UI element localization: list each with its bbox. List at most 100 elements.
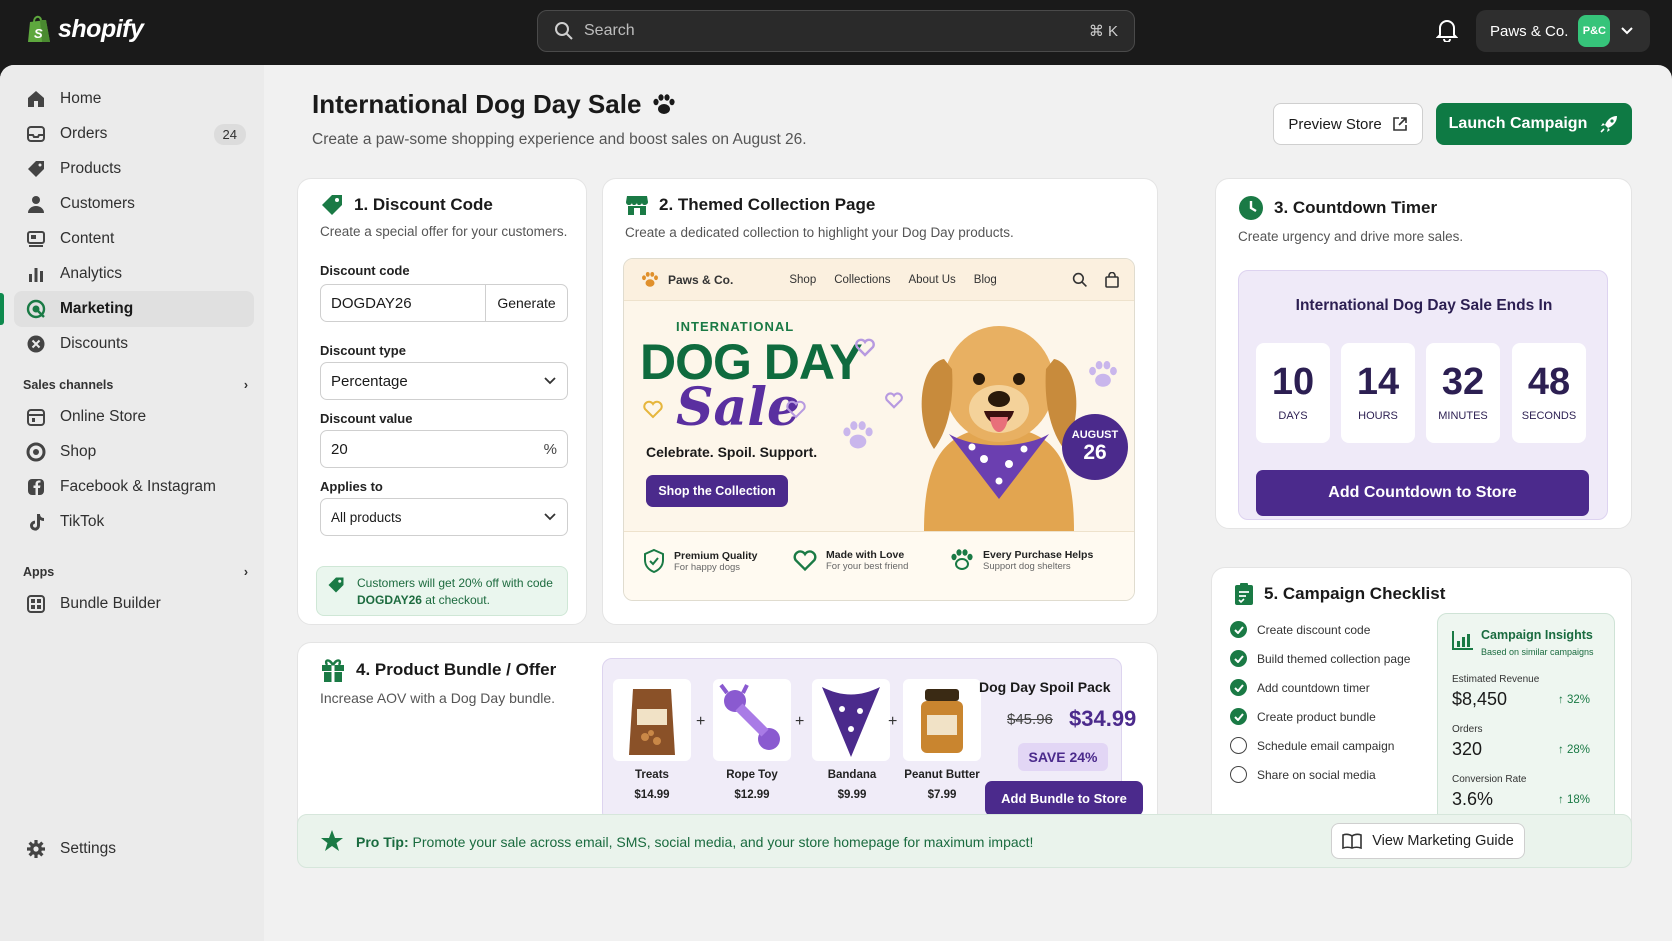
pro-tip-banner: Pro Tip: Promote your sale across email,…	[297, 814, 1632, 868]
feature-sub: For happy dogs	[674, 561, 741, 573]
tag-icon	[322, 195, 342, 215]
checklist-label: Build themed collection page	[1257, 651, 1411, 666]
pro-tip-text: Pro Tip: Promote your sale across email,…	[356, 834, 1033, 850]
chevron-right-icon: ›	[243, 378, 248, 392]
shop-collection-button[interactable]: Shop the Collection	[646, 475, 788, 507]
discount-type-select[interactable]: Percentage	[320, 362, 568, 400]
store-switcher[interactable]: Paws & Co. P&C	[1476, 10, 1650, 52]
countdown-number: 32	[1441, 361, 1485, 403]
sidebar-item-label: Home	[60, 90, 102, 107]
card-heading-text: 2. Themed Collection Page	[659, 195, 876, 214]
bundle-new-price: $34.99	[1069, 706, 1137, 731]
check-circle-icon	[1230, 679, 1247, 696]
plus-icon: +	[795, 713, 805, 730]
sidebar-item-orders[interactable]: Orders 24	[14, 116, 254, 152]
preview-store-name: Paws & Co.	[668, 272, 734, 287]
bar-chart-icon	[29, 268, 43, 282]
preview-nav-link[interactable]: About Us	[908, 274, 955, 286]
discount-value-input[interactable]: 20 %	[320, 430, 568, 468]
book-icon	[1342, 833, 1363, 849]
sidebar-item-tiktok[interactable]: TikTok	[14, 504, 254, 540]
heart-icon	[793, 550, 817, 572]
feature-premium: Premium Quality For happy dogs	[642, 548, 757, 574]
feature-love: Made with Love For your best friend	[792, 548, 908, 572]
checklist-item[interactable]: Create product bundle	[1230, 708, 1376, 725]
sidebar-item-label: Shop	[60, 443, 97, 460]
preview-features: Premium Quality For happy dogs Made with …	[624, 531, 1134, 600]
applies-to-select[interactable]: All products	[320, 498, 568, 536]
sidebar-item-marketing[interactable]: Marketing	[0, 291, 254, 327]
store-name: Paws & Co.	[1490, 22, 1569, 40]
checklist-item[interactable]: Create discount code	[1230, 621, 1370, 638]
clock-icon	[1239, 196, 1263, 220]
metric-label: Orders	[1452, 724, 1483, 735]
section-label: Sales channels	[23, 378, 114, 392]
sidebar-item-label: Marketing	[60, 300, 134, 317]
sidebar-item-shop[interactable]: Shop	[14, 434, 254, 470]
insights-title: Campaign Insights	[1481, 628, 1593, 642]
sidebar-item-label: Facebook & Instagram	[60, 478, 216, 495]
countdown-hours: 14 HOURS	[1341, 343, 1415, 443]
countdown-unit: SECONDS	[1521, 410, 1577, 422]
apps-header[interactable]: Apps ›	[23, 565, 248, 579]
preview-nav-link[interactable]: Collections	[834, 274, 890, 286]
bundle-item-rope-toy	[713, 679, 791, 761]
shopify-logo[interactable]: S shopify	[26, 14, 144, 44]
bell-icon[interactable]	[1435, 18, 1459, 47]
sidebar-item-customers[interactable]: Customers	[14, 186, 254, 222]
collection-preview[interactable]: Paws & Co. Shop Collections About Us Blo…	[623, 258, 1135, 601]
countdown-unit: HOURS	[1358, 410, 1398, 422]
metric-delta: ↑ 32%	[1558, 694, 1590, 706]
search-icon[interactable]	[1072, 272, 1088, 288]
countdown-number: 14	[1356, 361, 1400, 403]
sidebar-item-label: Analytics	[60, 265, 123, 282]
search-input[interactable]: Search ⌘ K	[537, 10, 1135, 52]
checklist-item[interactable]: Build themed collection page	[1230, 650, 1410, 667]
bundle-item-price: $14.99	[634, 789, 670, 801]
sidebar-item-products[interactable]: Products	[14, 151, 254, 187]
page-title-text: International Dog Day Sale	[312, 89, 642, 119]
sidebar-item-discounts[interactable]: Discounts	[14, 326, 254, 362]
generate-button[interactable]: Generate	[485, 285, 567, 321]
brand-name: shopify	[58, 14, 144, 43]
pro-tip-body: Promote your sale across email, SMS, soc…	[412, 834, 1034, 850]
sidebar-item-facebook-instagram[interactable]: Facebook & Instagram	[14, 469, 254, 505]
sidebar-item-home[interactable]: Home	[14, 81, 254, 117]
discount-code-card: 1. Discount Code Create a special offer …	[297, 178, 587, 625]
view-marketing-guide-button[interactable]: View Marketing Guide	[1331, 823, 1525, 859]
checklist-item[interactable]: Schedule email campaign	[1230, 737, 1394, 754]
app-shell: Home Orders 24 Products Customers Conten…	[0, 65, 1672, 941]
sidebar-item-online-store[interactable]: Online Store	[14, 399, 254, 435]
star-icon	[321, 830, 343, 851]
countdown-unit: DAYS	[1278, 410, 1308, 422]
bandana-icon	[822, 687, 880, 757]
add-countdown-button[interactable]: Add Countdown to Store	[1256, 470, 1589, 516]
section-label: Apps	[23, 565, 55, 579]
sidebar-item-label: Settings	[60, 840, 117, 857]
countdown-minutes: 32 MINUTES	[1426, 343, 1500, 443]
add-bundle-button[interactable]: Add Bundle to Store	[985, 781, 1143, 816]
checklist-item[interactable]: Share on social media	[1230, 766, 1376, 783]
preview-nav-link[interactable]: Shop	[789, 274, 816, 286]
paw-icon	[653, 93, 676, 114]
metric-conversion: Conversion Rate 3.6% ↑ 18%	[1452, 774, 1602, 810]
preview-store-button[interactable]: Preview Store	[1273, 103, 1423, 145]
sidebar-item-bundle-builder[interactable]: Bundle Builder	[14, 586, 254, 622]
countdown-title: International Dog Day Sale Ends In	[1295, 297, 1553, 314]
checklist-item[interactable]: Add countdown timer	[1230, 679, 1370, 696]
product-bundle-card: 4. Product Bundle / Offer Increase AOV w…	[297, 642, 1158, 836]
discount-code-input[interactable]: DOGDAY26 Generate	[320, 284, 568, 322]
sidebar-item-label: Online Store	[60, 408, 147, 425]
sidebar-item-analytics[interactable]: Analytics	[14, 256, 254, 292]
metric-delta: ↑ 28%	[1558, 744, 1590, 756]
launch-campaign-button[interactable]: Launch Campaign	[1436, 103, 1632, 145]
tag-icon	[328, 577, 344, 593]
sales-channels-header[interactable]: Sales channels ›	[23, 378, 248, 392]
preview-nav-link[interactable]: Blog	[974, 274, 997, 286]
metric-label: Conversion Rate	[1452, 774, 1527, 785]
sidebar-item-settings[interactable]: Settings	[14, 831, 254, 867]
sidebar-item-content[interactable]: Content	[14, 221, 254, 257]
shopping-bag-icon[interactable]	[1104, 271, 1120, 288]
metric-delta-value: 32%	[1566, 694, 1590, 706]
bundle-item-peanut-butter	[903, 679, 981, 761]
